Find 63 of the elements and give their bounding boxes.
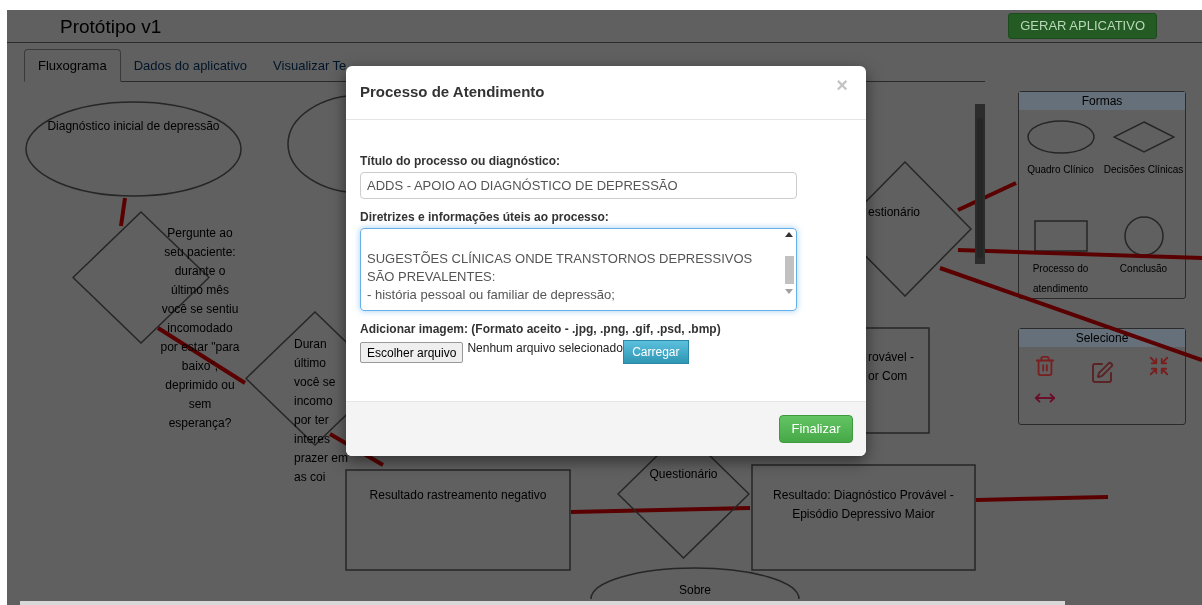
tab[interactable]: Fluxograma	[24, 49, 121, 82]
connector-line	[957, 181, 1017, 212]
connector-line	[119, 197, 127, 227]
node-label: interes	[294, 431, 331, 448]
shape-label[interactable]: Decisões Clínicas	[1103, 160, 1184, 180]
node-label: durante o	[174, 263, 226, 280]
dialog-title: Processo de Atendimento	[360, 82, 545, 103]
node-label: você se sentiu	[161, 301, 239, 318]
field-label: Diretrizes e informações úteis ao processo:	[360, 209, 610, 225]
edit-icon[interactable]	[1090, 361, 1114, 385]
node-label: Diagnóstico inicial de depressão	[47, 118, 220, 135]
node-label: or Com	[868, 368, 908, 385]
textarea-line: - história pessoal ou familiar de depressão;	[367, 286, 616, 304]
shape-label[interactable]: Conclusão	[1103, 259, 1184, 279]
generate-app-button[interactable]: GERAR APLICATIVO	[1008, 13, 1157, 39]
shape-label[interactable]: Quadro Clínico	[1020, 160, 1101, 180]
node-label: estionário	[868, 204, 921, 221]
upload-button[interactable]: Carregar	[622, 340, 689, 364]
panel-title: Formas	[1081, 93, 1123, 110]
node-label: Resultado rastreamento negativo	[369, 487, 547, 504]
node-label: baixo",	[181, 358, 219, 375]
shrink-icon[interactable]	[1148, 355, 1170, 377]
tab[interactable]: Dados do aplicativo	[120, 49, 261, 82]
title-input[interactable]: ADDS - APOIO AO DIAGNÓSTICO DE DEPRESSÃO	[360, 172, 797, 199]
diamond-node	[1112, 121, 1175, 153]
field-label: Título do processo ou diagnóstico:	[360, 153, 561, 169]
notes-textarea[interactable]: SUGESTÕES CLÍNICAS ONDE TRANSTORNOS DEPRESSIVOS SÃO PREVALENTES: - história pessoal ou familiar de depressão;	[360, 228, 797, 311]
rectangle-node	[1033, 220, 1088, 252]
node-label: rovável -	[868, 349, 914, 366]
circle-node	[1123, 216, 1164, 256]
node-label: Pergunte ao	[167, 225, 233, 242]
ellipse-node	[1026, 120, 1095, 154]
scrollbar[interactable]	[975, 104, 985, 264]
shape-label[interactable]: Processo do atendimento	[1020, 259, 1101, 299]
node-label: Sobre	[679, 582, 711, 599]
node-label: Duran	[294, 336, 327, 353]
tab[interactable]: Visualizar Te	[260, 49, 360, 82]
node-label: as coi	[294, 469, 326, 486]
app-title: Protótipo v1	[60, 16, 162, 36]
node-label: Resultado: Diagnóstico Provável -	[773, 487, 954, 504]
field-label: Adicionar imagem: (Formato aceito - .jpg, .png, .gif, .psd, .bmp)	[360, 321, 722, 337]
node-label: Questionário	[649, 466, 718, 483]
scrollbar[interactable]	[20, 601, 1065, 605]
finish-button[interactable]: Finalizar	[779, 415, 853, 443]
node-label: último	[294, 355, 326, 372]
node-label: incomodado	[167, 320, 233, 337]
textarea-line: SÃO PREVALENTES:	[367, 268, 497, 286]
node-label: deprimido ou	[165, 377, 235, 394]
node-label: Episódio Depressivo Maior	[792, 506, 935, 523]
panel-title: Selecione	[1075, 330, 1129, 347]
close-button[interactable]: ×	[836, 74, 848, 95]
node-label: sem	[188, 396, 212, 413]
trash-icon[interactable]	[1034, 355, 1056, 377]
node-label: incomo	[294, 393, 333, 410]
node-label: esperança?	[168, 415, 232, 432]
node-label: prazer em	[294, 450, 349, 467]
node-label: último mês	[171, 282, 229, 299]
choose-file-button[interactable]: Escolher arquivo	[360, 342, 464, 363]
node-label: seu paciente:	[164, 244, 236, 261]
node-label: por ter	[294, 412, 329, 429]
node-label: você se	[294, 374, 336, 391]
file-status: Nenhum arquivo selecionado	[467, 340, 623, 356]
textarea-line: SUGESTÕES CLÍNICAS ONDE TRANSTORNOS DEPRESSIVOS	[367, 250, 754, 268]
